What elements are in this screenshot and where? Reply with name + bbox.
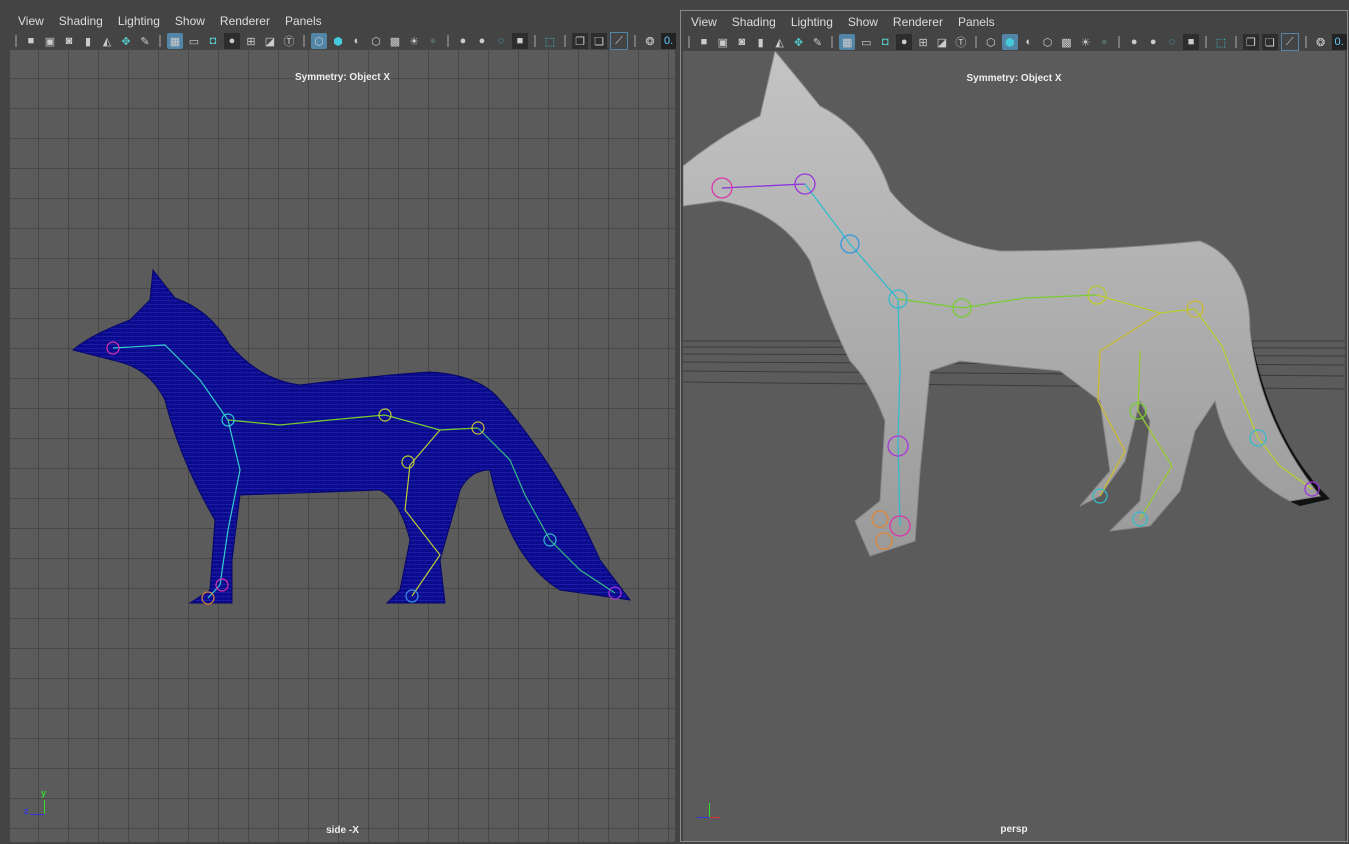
gate-mask-icon[interactable]: ● bbox=[224, 33, 240, 49]
image-plane-icon[interactable]: ◭ bbox=[99, 33, 115, 49]
menu-lighting[interactable]: Lighting bbox=[791, 15, 833, 29]
menu-lighting[interactable]: Lighting bbox=[118, 14, 160, 28]
2d-pan-zoom-icon[interactable]: ✥ bbox=[118, 33, 134, 49]
wireframe-on-shaded-icon[interactable]: ⬡ bbox=[1040, 34, 1056, 50]
panel-menubar: View Shading Lighting Show Renderer Pane… bbox=[8, 10, 677, 32]
film-gate-icon[interactable]: ▭ bbox=[858, 34, 874, 50]
motion-blur-icon[interactable]: ● bbox=[474, 33, 490, 49]
camera-name-label: side -X bbox=[326, 825, 359, 836]
xray-active-components-icon[interactable]: ❏ bbox=[1261, 34, 1278, 50]
lights-icon[interactable]: ☀ bbox=[406, 33, 422, 49]
film-gate-icon[interactable]: ▭ bbox=[186, 33, 202, 49]
xray-joints-icon[interactable]: ⟋ bbox=[1280, 33, 1299, 51]
persp-viewport-panel[interactable]: View Shading Lighting Show Renderer Pane… bbox=[680, 10, 1348, 842]
wireframe-icon[interactable]: ⬡ bbox=[983, 34, 999, 50]
safe-action-icon[interactable]: ◪ bbox=[934, 34, 950, 50]
menu-panels[interactable]: Panels bbox=[958, 15, 995, 29]
camera-attributes-icon[interactable]: ◙ bbox=[734, 34, 750, 50]
bookmark-icon[interactable]: ▮ bbox=[753, 34, 769, 50]
grease-pencil-icon[interactable]: ✎ bbox=[137, 33, 153, 49]
anti-aliasing-icon[interactable]: ◌ bbox=[1164, 34, 1180, 50]
default-material-icon[interactable]: ◐ bbox=[1021, 34, 1037, 50]
grease-pencil-icon[interactable]: ✎ bbox=[810, 34, 826, 50]
camera-icon[interactable]: ■ bbox=[23, 33, 39, 49]
resolution-gate-icon[interactable]: ◘ bbox=[877, 34, 893, 50]
side-viewport-panel[interactable]: View Shading Lighting Show Renderer Pane… bbox=[8, 10, 677, 842]
field-chart-icon[interactable]: ⊞ bbox=[915, 34, 931, 50]
menu-show[interactable]: Show bbox=[848, 15, 878, 29]
shadows-icon[interactable]: ● bbox=[425, 33, 441, 49]
camera-attributes-icon[interactable]: ◙ bbox=[61, 33, 77, 49]
depth-of-field-icon[interactable]: ■ bbox=[512, 33, 528, 49]
xray-icon[interactable]: ❐ bbox=[1242, 34, 1259, 50]
shadows-icon[interactable]: ● bbox=[1096, 34, 1112, 50]
persp-viewport[interactable]: Symmetry: Object X persp bbox=[683, 51, 1345, 841]
resolution-gate-icon[interactable]: ◘ bbox=[205, 33, 221, 49]
wireframe-on-shaded-icon[interactable]: ⬡ bbox=[368, 33, 384, 49]
wireframe-icon[interactable]: ⬡ bbox=[311, 33, 327, 49]
gate-mask-icon[interactable]: ● bbox=[896, 34, 913, 50]
menu-show[interactable]: Show bbox=[175, 14, 205, 28]
2d-pan-zoom-icon[interactable]: ✥ bbox=[791, 34, 807, 50]
panel-toolbar: ■ ▣ ◙ ▮ ◭ ✥ ✎ ▦ ▭ ◘ ● ⊞ ◪ Ⓣ ⬡ ⬢ ◐ ⬡ ▩ ☀ … bbox=[8, 32, 677, 50]
safe-title-icon[interactable]: Ⓣ bbox=[281, 33, 297, 49]
screen-space-ao-icon[interactable]: ● bbox=[455, 33, 471, 49]
anti-aliasing-icon[interactable]: ◌ bbox=[493, 33, 509, 49]
menu-shading[interactable]: Shading bbox=[732, 15, 776, 29]
exposure-readout[interactable]: 0. bbox=[661, 33, 677, 49]
textured-icon[interactable]: ▩ bbox=[387, 33, 403, 49]
axis-y-label: y bbox=[41, 788, 47, 798]
camera-name-label: persp bbox=[1000, 824, 1028, 835]
exposure-icon[interactable]: ❂ bbox=[642, 33, 658, 49]
axis-z-label: z bbox=[24, 806, 29, 816]
lights-icon[interactable]: ☀ bbox=[1077, 34, 1093, 50]
depth-of-field-icon[interactable]: ■ bbox=[1183, 34, 1199, 50]
menu-panels[interactable]: Panels bbox=[285, 14, 322, 28]
camera-icon[interactable]: ■ bbox=[696, 34, 712, 50]
image-plane-icon[interactable]: ◭ bbox=[772, 34, 788, 50]
default-material-icon[interactable]: ◐ bbox=[349, 33, 365, 49]
exposure-readout[interactable]: 0. bbox=[1331, 34, 1347, 50]
isolate-select-icon[interactable]: ⬚ bbox=[542, 33, 558, 49]
fox-shaded[interactable] bbox=[683, 51, 1345, 841]
grid-icon[interactable]: ▦ bbox=[839, 34, 856, 50]
field-chart-icon[interactable]: ⊞ bbox=[243, 33, 259, 49]
isolate-select-icon[interactable]: ⬚ bbox=[1213, 34, 1229, 50]
xray-active-components-icon[interactable]: ❏ bbox=[591, 33, 607, 49]
camera-lock-icon[interactable]: ▣ bbox=[42, 33, 58, 49]
motion-blur-icon[interactable]: ● bbox=[1145, 34, 1161, 50]
menu-view[interactable]: View bbox=[691, 15, 717, 29]
side-viewport[interactable]: Symmetry: Object X y z side -X bbox=[10, 50, 675, 842]
menu-shading[interactable]: Shading bbox=[59, 14, 103, 28]
menu-renderer[interactable]: Renderer bbox=[893, 15, 943, 29]
smooth-shade-icon[interactable]: ⬢ bbox=[1001, 34, 1018, 50]
camera-lock-icon[interactable]: ▣ bbox=[715, 34, 731, 50]
fox-wireframe[interactable] bbox=[10, 50, 675, 842]
textured-icon[interactable]: ▩ bbox=[1059, 34, 1075, 50]
exposure-icon[interactable]: ❂ bbox=[1313, 34, 1329, 50]
axis-gizmo bbox=[691, 801, 720, 819]
panel-toolbar: ■ ▣ ◙ ▮ ◭ ✥ ✎ ▦ ▭ ◘ ● ⊞ ◪ Ⓣ ⬡ ⬢ ◐ ⬡ ▩ ☀ … bbox=[681, 33, 1347, 51]
grid-icon[interactable]: ▦ bbox=[167, 33, 183, 49]
panel-menubar: View Shading Lighting Show Renderer Pane… bbox=[681, 11, 1347, 33]
menu-view[interactable]: View bbox=[18, 14, 44, 28]
safe-title-icon[interactable]: Ⓣ bbox=[953, 34, 969, 50]
bookmark-icon[interactable]: ▮ bbox=[80, 33, 96, 49]
screen-space-ao-icon[interactable]: ● bbox=[1126, 34, 1142, 50]
safe-action-icon[interactable]: ◪ bbox=[262, 33, 278, 49]
xray-joints-icon[interactable]: ⟋ bbox=[610, 32, 628, 50]
axis-gizmo: y z bbox=[24, 788, 46, 816]
xray-icon[interactable]: ❐ bbox=[572, 33, 588, 49]
smooth-shade-icon[interactable]: ⬢ bbox=[330, 33, 346, 49]
menu-renderer[interactable]: Renderer bbox=[220, 14, 270, 28]
